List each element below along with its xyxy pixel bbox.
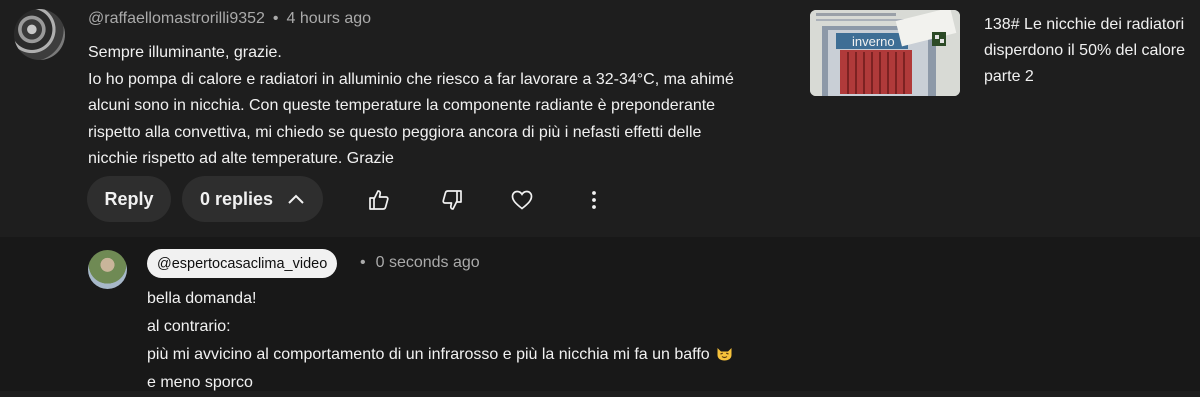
separator-dot: • bbox=[360, 254, 366, 271]
reply-line: più mi avvicino al comportamento di un i… bbox=[147, 346, 710, 363]
video-thumbnail[interactable]: inverno bbox=[810, 10, 960, 96]
reply-line: e meno sporco bbox=[147, 374, 253, 391]
comment-author[interactable]: @raffaellomastrorilli9352 bbox=[88, 10, 265, 27]
reply-text: bella domanda! al contrario: più mi avvi… bbox=[147, 285, 733, 397]
reply-button[interactable]: Reply bbox=[87, 176, 171, 222]
comment-line: alcuni sono in nicchia. Con queste tempe… bbox=[88, 97, 716, 114]
replies-count-label: 0 replies bbox=[199, 188, 274, 209]
comment-text: Sempre illuminante, grazie. Io ho pompa … bbox=[88, 40, 768, 173]
comment-line: rispetto alla convettiva, mi chiedo se q… bbox=[88, 123, 702, 141]
video-title[interactable]: 138# Le nicchie dei radiatori disperdono… bbox=[984, 12, 1194, 90]
avatar[interactable] bbox=[14, 9, 65, 60]
reply-time-row: • 0 seconds ago bbox=[360, 254, 480, 272]
reply-line: bella domanda! bbox=[147, 290, 257, 307]
more-vert-icon[interactable] bbox=[581, 187, 607, 213]
cat-emoji-icon bbox=[716, 343, 733, 361]
replies-toggle-button[interactable]: 0 replies bbox=[182, 176, 323, 222]
separator-dot: • bbox=[272, 10, 279, 27]
reply-author: @espertocasaclima_video bbox=[157, 255, 328, 272]
reply-line: al contrario: bbox=[147, 318, 231, 335]
comment-time[interactable]: 4 hours ago bbox=[287, 10, 372, 27]
creator-author-badge[interactable]: @espertocasaclima_video bbox=[147, 249, 338, 278]
thumbnail-image bbox=[810, 10, 960, 96]
video-title-line: 138# Le nicchie dei radiatori bbox=[984, 16, 1185, 33]
thumbnail-caption: inverno bbox=[852, 34, 895, 49]
thumbs-up-icon[interactable] bbox=[366, 187, 392, 213]
reply-line-with-emoji: più mi avvicino al comportamento di un i… bbox=[147, 341, 733, 369]
reply-button-label: Reply bbox=[104, 188, 154, 209]
chevron-up-icon bbox=[287, 189, 305, 210]
comment-line: Sempre illuminante, grazie. bbox=[88, 44, 282, 61]
comment-line: nicchie rispetto ad alte temperature. Gr… bbox=[88, 150, 394, 167]
reply-time[interactable]: 0 seconds ago bbox=[376, 254, 480, 271]
heart-icon[interactable] bbox=[509, 187, 535, 213]
thumbs-down-icon[interactable] bbox=[439, 187, 465, 213]
video-title-line: disperdono il 50% del calore bbox=[984, 42, 1186, 59]
reply-avatar[interactable] bbox=[88, 250, 127, 289]
comment-line: Io ho pompa di calore e radiatori in all… bbox=[88, 70, 734, 88]
video-title-line: parte 2 bbox=[984, 68, 1034, 85]
comment-header: @raffaellomastrorilli9352 • 4 hours ago bbox=[88, 10, 371, 28]
